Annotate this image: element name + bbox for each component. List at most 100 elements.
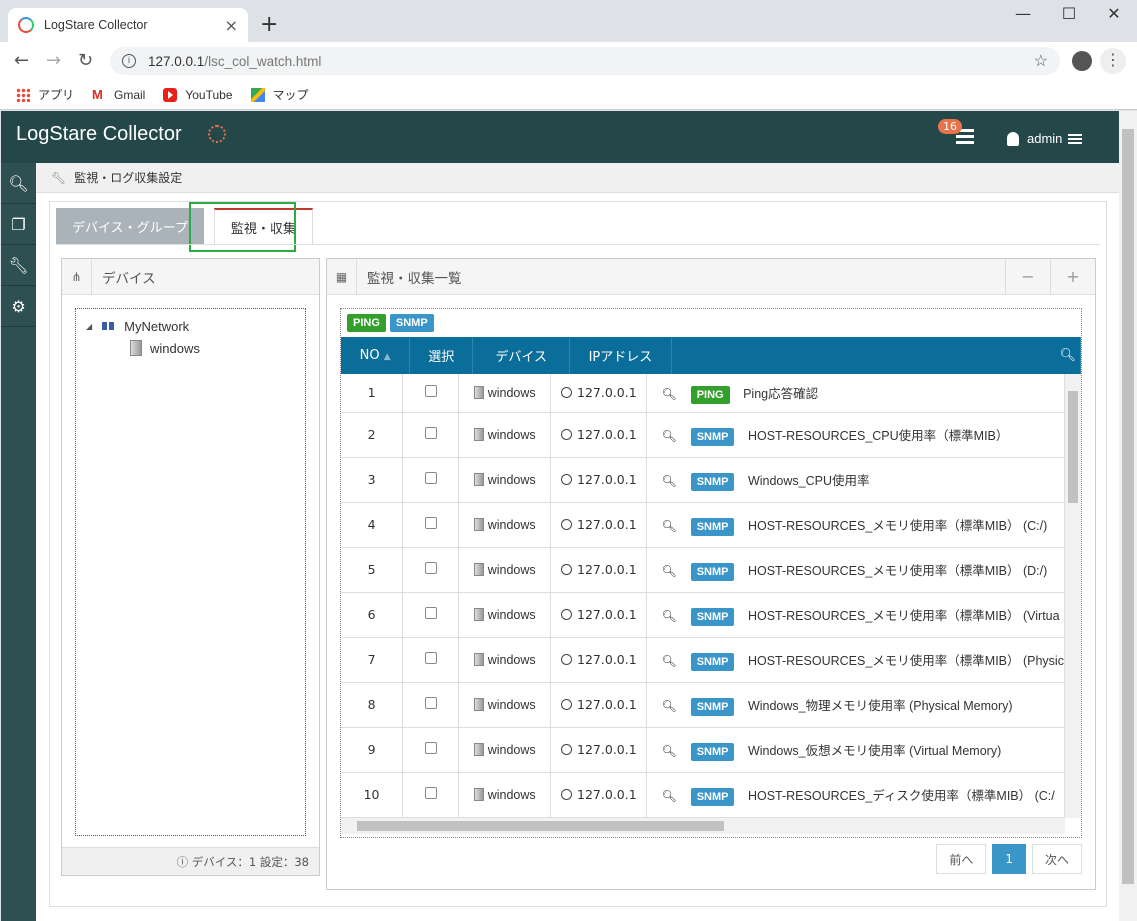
window-close-icon[interactable]: ✕ xyxy=(1091,4,1137,23)
page-scrollbar[interactable] xyxy=(1119,111,1137,921)
tab-title: LogStare Collector xyxy=(44,18,148,32)
column-search-icon[interactable]: 🔍︎ xyxy=(1059,348,1076,363)
monitor-table: NO ▲ 選択 デバイス IPアドレス 🔍︎ xyxy=(341,337,1081,374)
browser-menu-icon[interactable]: ⋮ xyxy=(1100,48,1126,74)
app-title: LogStare Collector xyxy=(16,123,182,145)
row-checkbox[interactable] xyxy=(424,517,437,529)
browser-tab[interactable]: LogStare Collector × xyxy=(8,8,248,42)
page-1-button[interactable]: 1 xyxy=(992,844,1026,874)
tree-node-windows[interactable]: windows xyxy=(86,337,295,359)
new-tab-button[interactable]: + xyxy=(260,12,278,37)
row-checkbox[interactable] xyxy=(424,652,437,664)
monitor-name: Windows_物理メモリ使用率 (Physical Memory) xyxy=(747,699,1013,713)
row-device: windows xyxy=(458,682,552,728)
detail-search-icon[interactable]: 🔍︎ xyxy=(661,564,676,578)
minimize-icon[interactable]: — xyxy=(1000,4,1046,23)
bookmark-youtube[interactable]: YouTube xyxy=(163,87,233,102)
detail-search-icon[interactable]: 🔍︎ xyxy=(661,609,676,623)
monitor-name: HOST-RESOURCES_CPU使用率（標準MIB） xyxy=(747,429,1009,443)
prev-page-button[interactable]: 前へ xyxy=(936,844,987,874)
table-row[interactable]: 9 windows 127.0.0.1 🔍︎ SNMP Windows_仮想メモリ使用率… xyxy=(341,727,1065,773)
row-ip: 127.0.0.1 xyxy=(550,412,648,458)
add-button[interactable]: + xyxy=(1050,258,1095,295)
detail-search-icon[interactable]: 🔍︎ xyxy=(661,429,676,443)
reload-icon[interactable]: ↻ xyxy=(78,50,93,71)
horizontal-scrollbar[interactable] xyxy=(341,818,1065,834)
maximize-icon[interactable]: ☐ xyxy=(1046,4,1092,23)
table-row[interactable]: 5 windows 127.0.0.1 🔍︎ SNMP HOST-RESOURCES_メ… xyxy=(341,547,1065,593)
detail-search-icon[interactable]: 🔍︎ xyxy=(661,654,676,668)
row-checkbox[interactable] xyxy=(424,742,437,754)
row-device: windows xyxy=(458,592,552,638)
type-tag: SNMP xyxy=(690,698,735,716)
device-tree: ◢ MyNetwork windows xyxy=(75,308,306,836)
gmail-icon: M xyxy=(92,86,103,102)
table-row[interactable]: 7 windows 127.0.0.1 🔍︎ SNMP HOST-RESOURCES_メ… xyxy=(341,637,1065,683)
sidebar-search-icon[interactable]: 🔍︎ xyxy=(1,163,36,204)
sidebar-book-icon[interactable]: ❐ xyxy=(1,204,36,245)
info-icon[interactable]: i xyxy=(122,54,136,68)
row-checkbox[interactable] xyxy=(424,787,437,799)
tab-device-group[interactable]: デバイス・グループ xyxy=(56,208,204,244)
url-text[interactable]: 127.0.0.1/lsc_col_watch.html xyxy=(148,54,1034,69)
sidebar-gears-icon[interactable]: ⚙ xyxy=(1,286,36,327)
bookmark-maps[interactable]: マップ xyxy=(250,86,309,103)
globe-icon xyxy=(561,474,573,485)
user-menu[interactable]: admin xyxy=(1007,131,1083,146)
monitor-rows: 1 windows 127.0.0.1 🔍︎ PING Ping応答確認 2 windows… xyxy=(341,374,1065,818)
detail-search-icon[interactable]: 🔍︎ xyxy=(661,519,676,533)
row-checkbox[interactable] xyxy=(424,697,437,709)
globe-icon xyxy=(561,564,573,575)
server-icon xyxy=(473,563,484,576)
table-row[interactable]: 10 windows 127.0.0.1 🔍︎ SNMP HOST-RESOURCES_… xyxy=(341,772,1065,818)
row-no: 2 xyxy=(341,412,404,458)
vscroll-thumb[interactable] xyxy=(1068,391,1078,503)
sidebar-wrench-icon[interactable]: 🔧︎ xyxy=(1,245,36,286)
table-row[interactable]: 6 windows 127.0.0.1 🔍︎ SNMP HOST-RESOURCES_メ… xyxy=(341,592,1065,638)
bookmark-star-icon[interactable]: ☆ xyxy=(1034,51,1048,71)
table-row[interactable]: 4 windows 127.0.0.1 🔍︎ SNMP HOST-RESOURCES_メ… xyxy=(341,502,1065,548)
detail-search-icon[interactable]: 🔍︎ xyxy=(661,474,676,488)
vertical-scrollbar[interactable] xyxy=(1065,374,1081,818)
device-summary: ⓘ デバイス：1 設定：38 xyxy=(62,847,319,875)
detail-search-icon[interactable]: 🔍︎ xyxy=(661,387,676,401)
table-row[interactable]: 2 windows 127.0.0.1 🔍︎ SNMP HOST-RESOURCES_C… xyxy=(341,412,1065,458)
forward-icon[interactable]: → xyxy=(46,50,61,71)
bookmark-gmail[interactable]: M Gmail xyxy=(92,86,145,102)
address-bar[interactable]: i 127.0.0.1/lsc_col_watch.html ☆ xyxy=(110,47,1060,75)
detail-search-icon[interactable]: 🔍︎ xyxy=(661,744,676,758)
col-ip[interactable]: IPアドレス xyxy=(569,337,672,374)
remove-button[interactable]: − xyxy=(1005,258,1050,295)
filter-snmp-tag[interactable]: SNMP xyxy=(389,314,434,332)
col-no[interactable]: NO ▲ xyxy=(341,337,411,374)
row-checkbox[interactable] xyxy=(424,427,437,439)
detail-search-icon[interactable]: 🔍︎ xyxy=(661,789,676,803)
hscroll-thumb[interactable] xyxy=(357,821,724,831)
table-row[interactable]: 8 windows 127.0.0.1 🔍︎ SNMP Windows_物理メモリ使用率… xyxy=(341,682,1065,728)
col-select[interactable]: 選択 xyxy=(409,337,474,374)
tab-close-icon[interactable]: × xyxy=(225,16,238,35)
row-select xyxy=(402,374,460,413)
filter-ping-tag[interactable]: PING xyxy=(347,314,386,332)
back-icon[interactable]: ← xyxy=(14,50,29,71)
maps-icon xyxy=(250,87,265,102)
tree-node-root[interactable]: ◢ MyNetwork xyxy=(86,315,295,337)
row-checkbox[interactable] xyxy=(424,385,437,398)
tree-collapse-icon[interactable]: ◢ xyxy=(86,322,92,331)
col-monitor[interactable]: 🔍︎ xyxy=(671,337,1081,374)
row-checkbox[interactable] xyxy=(424,607,437,619)
table-row[interactable]: 3 windows 127.0.0.1 🔍︎ SNMP Windows_CPU使用率 xyxy=(341,457,1065,503)
row-checkbox[interactable] xyxy=(424,562,437,574)
server-icon xyxy=(130,340,142,356)
type-tag: SNMP xyxy=(690,743,735,761)
page-scroll-thumb[interactable] xyxy=(1122,129,1134,884)
col-device[interactable]: デバイス xyxy=(472,337,571,374)
row-monitor: 🔍︎ SNMP HOST-RESOURCES_ディスク使用率（標準MIB） (C:… xyxy=(646,772,1065,818)
bookmark-apps[interactable]: アプリ xyxy=(16,86,74,103)
detail-search-icon[interactable]: 🔍︎ xyxy=(661,699,676,713)
next-page-button[interactable]: 次へ xyxy=(1031,844,1082,874)
profile-icon[interactable] xyxy=(1072,51,1092,71)
row-ip: 127.0.0.1 xyxy=(550,547,648,593)
row-checkbox[interactable] xyxy=(424,472,437,484)
table-row[interactable]: 1 windows 127.0.0.1 🔍︎ PING Ping応答確認 xyxy=(341,374,1065,413)
